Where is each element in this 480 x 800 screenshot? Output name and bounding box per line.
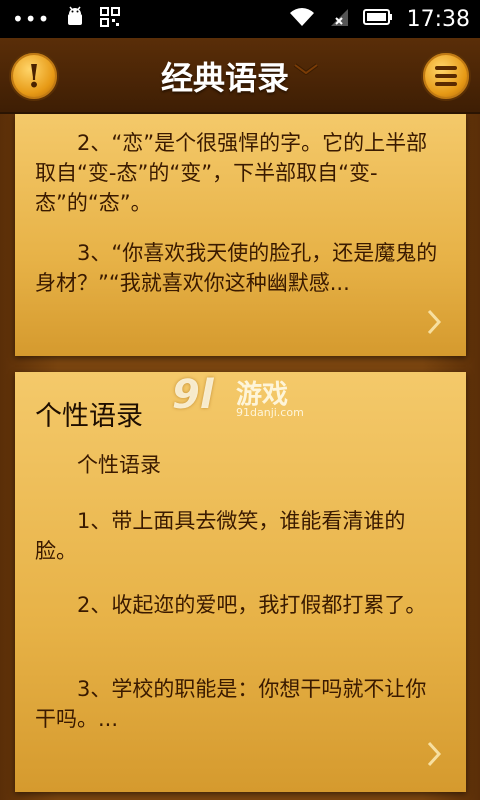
page-title: 经典语录 [160,59,289,97]
no-signal-icon [329,7,349,31]
status-bar: ••• 17:38 [0,0,480,38]
chevron-right-icon[interactable] [426,740,442,768]
quote-paragraph: 个性语录 [77,453,161,477]
chevron-right-icon[interactable] [426,308,442,336]
status-bar-left: ••• [12,6,121,32]
quote-card[interactable]: 个性语录 个性语录 1、带上面具去微笑，谁能看清谁的脸。 2、收起迩的爱吧，我打… [15,372,466,792]
title-dropdown[interactable]: 经典语录 [0,38,480,114]
quote-paragraph: 3、“你喜欢我天使的脸孔，还是魔鬼的身材？”“我就喜欢你这种幽默感... [35,241,438,295]
content-scroll-area[interactable]: 2、“恋”是个很强悍的字。它的上半部取自“变-态”的“变”，下半部取自“变-态”… [0,114,480,800]
chevron-down-icon [293,60,319,79]
menu-button[interactable] [421,51,471,101]
more-dots-icon: ••• [12,7,51,31]
menu-icon [435,66,457,86]
quote-paragraph: 2、收起迩的爱吧，我打假都打累了。 [77,593,427,617]
quote-paragraph: 1、带上面具去微笑，谁能看清谁的脸。 [35,509,406,563]
card-heading: 个性语录 [35,401,143,432]
wifi-icon [289,7,315,31]
quote-paragraph: 3、学校的职能是：你想干吗就不让你干吗。... [35,677,427,731]
title-bar: ! 经典语录 [0,38,480,114]
qr-icon [100,7,121,31]
android-debug-icon [64,6,86,32]
quote-paragraph: 2、“恋”是个很强悍的字。它的上半部取自“变-态”的“变”，下半部取自“变-态”… [35,131,428,215]
battery-icon [362,8,393,30]
status-time: 17:38 [406,6,470,32]
status-bar-right: 17:38 [289,7,470,32]
quote-card[interactable]: 2、“恋”是个很强悍的字。它的上半部取自“变-态”的“变”，下半部取自“变-态”… [15,114,466,356]
